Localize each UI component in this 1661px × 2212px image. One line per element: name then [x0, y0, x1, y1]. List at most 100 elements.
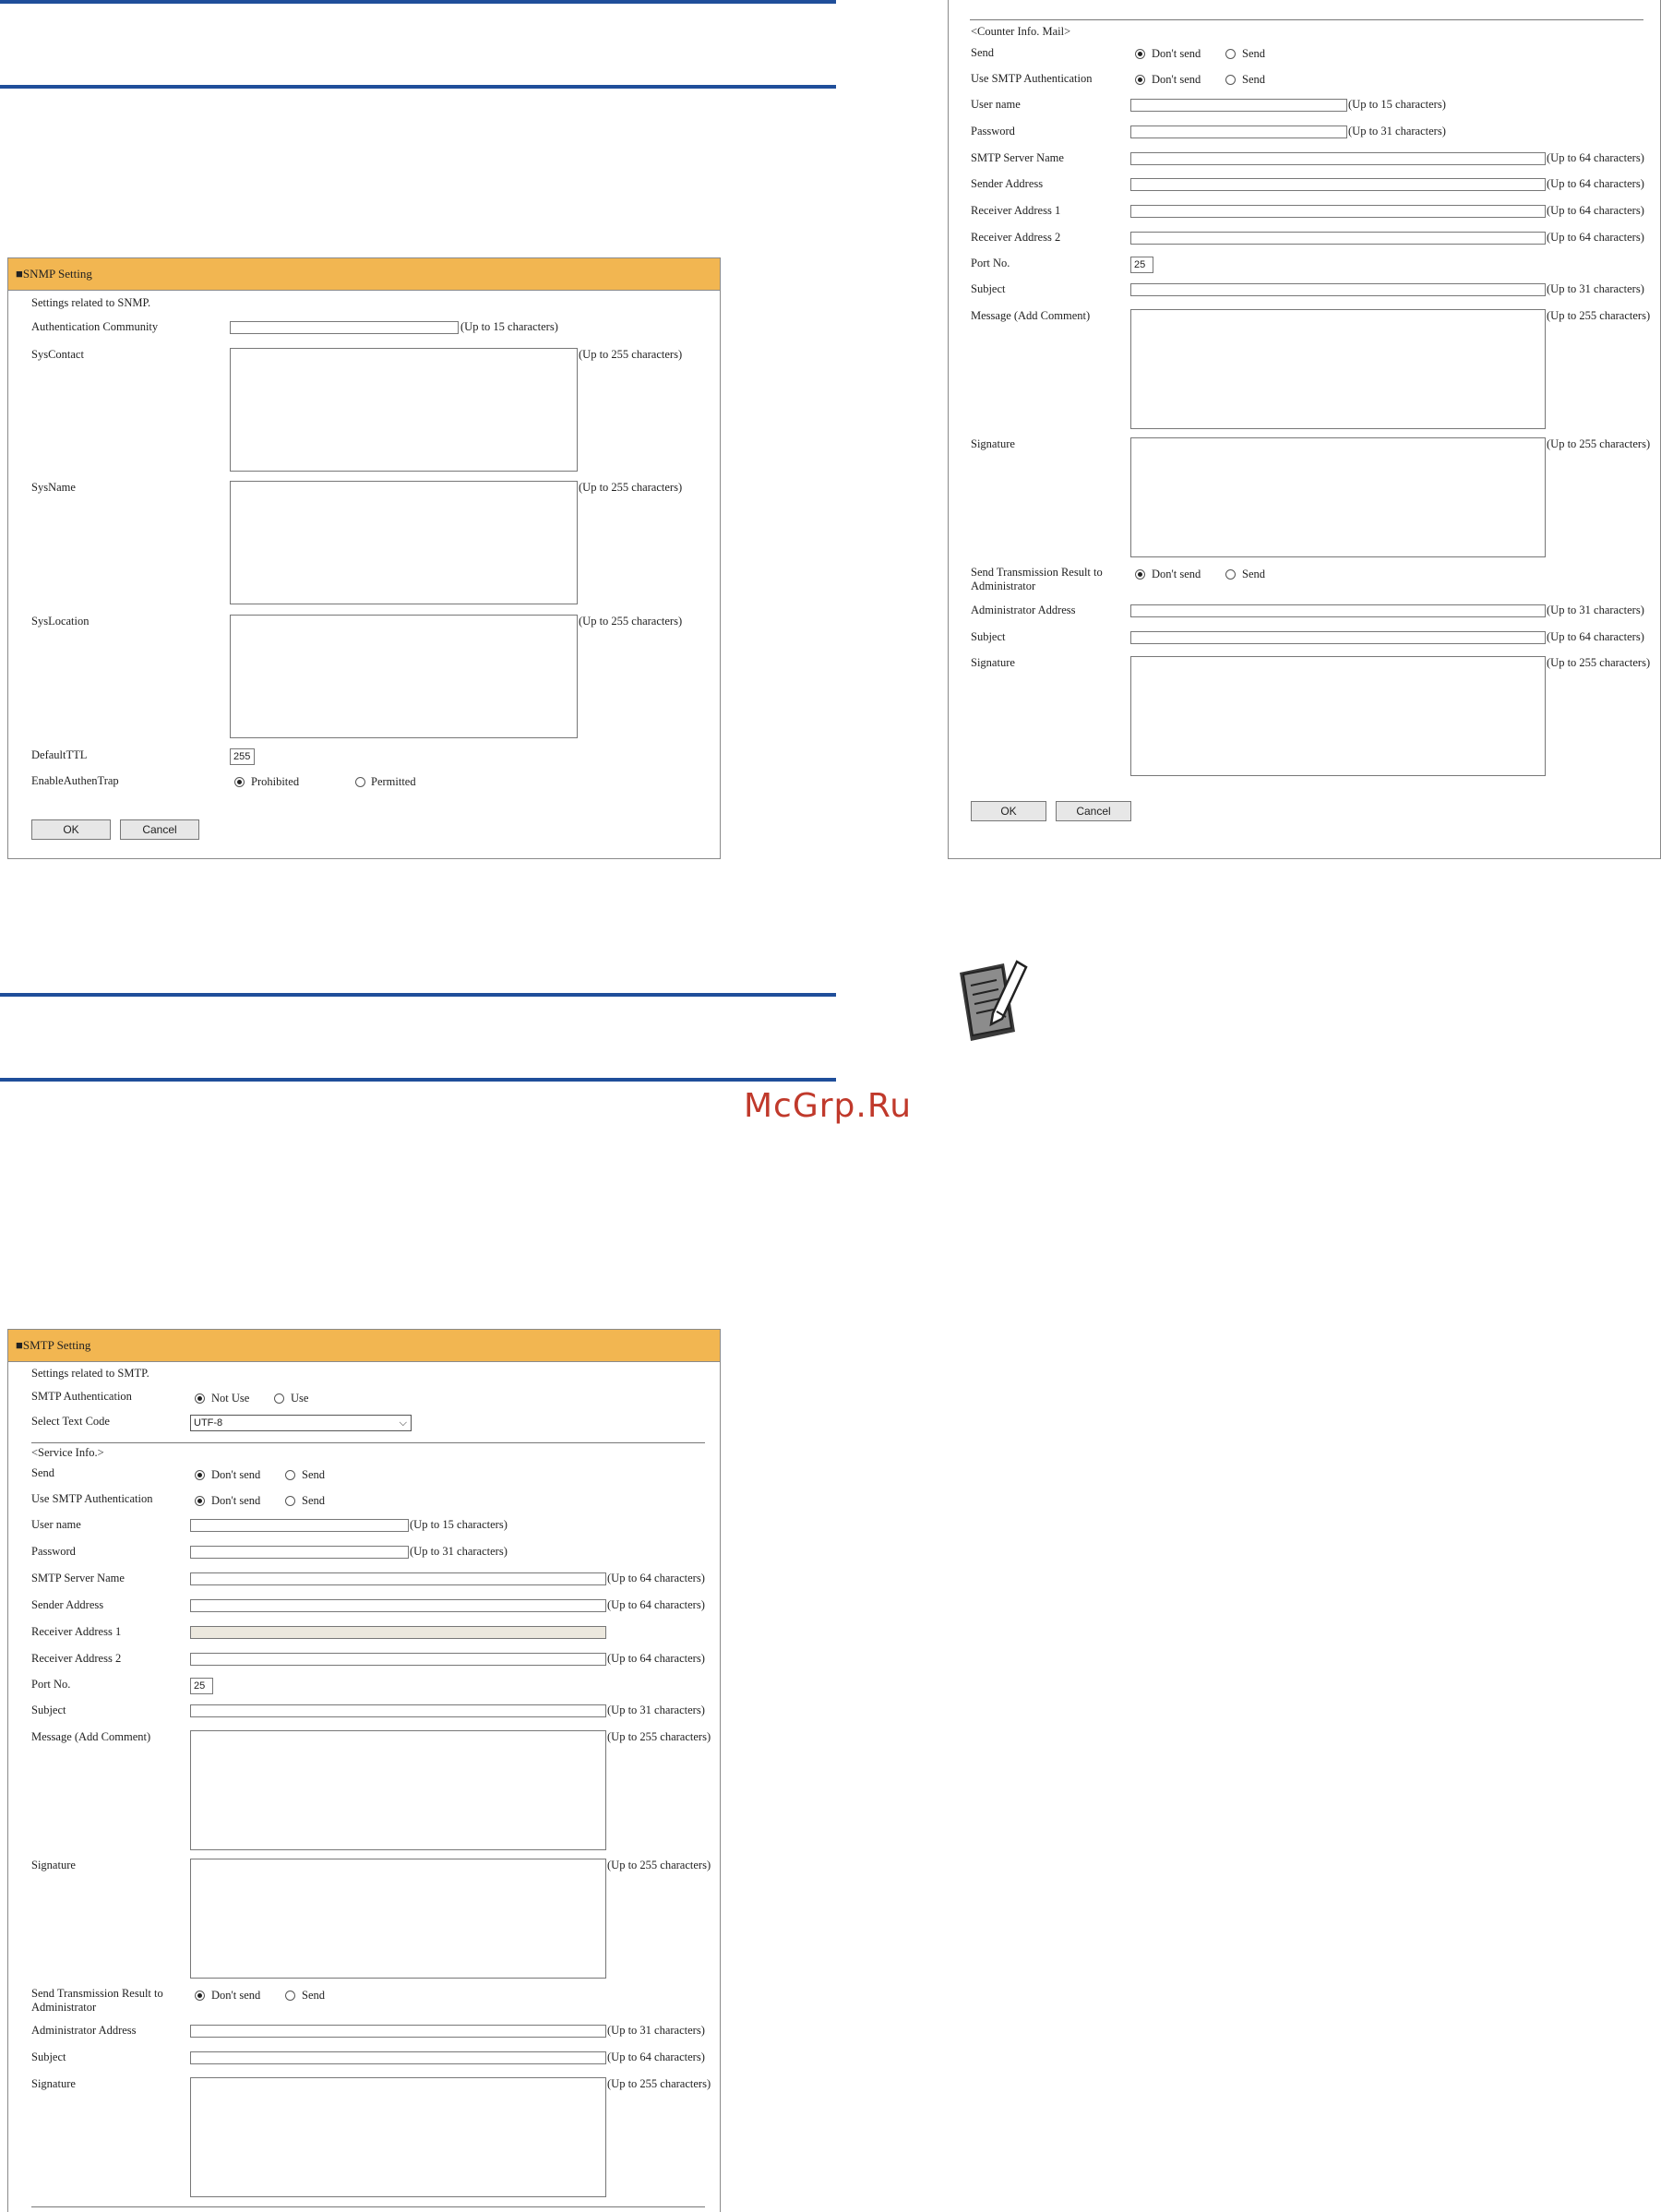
cancel-button[interactable]: Cancel — [120, 819, 199, 840]
cancel-button[interactable]: Cancel — [1056, 801, 1131, 821]
admin-address-input[interactable] — [1130, 604, 1546, 617]
result-send-radio[interactable] — [1225, 569, 1236, 580]
user-name-input[interactable] — [1130, 99, 1347, 112]
auth-community-label: Authentication Community — [31, 320, 159, 333]
password-input[interactable] — [190, 1546, 409, 1559]
user-name-hint: (Up to 15 characters) — [1348, 98, 1446, 111]
dont-send-radio[interactable] — [1135, 49, 1145, 59]
auth-dont-send-radio[interactable] — [195, 1496, 205, 1506]
smtp-server-input[interactable] — [1130, 152, 1546, 165]
use-radio[interactable] — [274, 1393, 284, 1404]
sysname-label: SysName — [31, 481, 76, 494]
password-label: Password — [971, 125, 1015, 138]
admin-subject-input[interactable] — [190, 2051, 606, 2064]
admin-signature-textarea[interactable] — [1130, 656, 1546, 776]
result-dont-send-label: Don't send — [211, 1989, 261, 2002]
sender-address-input[interactable] — [190, 1599, 606, 1612]
section-rule — [0, 85, 836, 89]
counter-section-label: <Counter Info. Mail> — [971, 25, 1071, 38]
result-send-radio[interactable] — [285, 1991, 295, 2001]
message-textarea[interactable] — [190, 1730, 606, 1850]
signature-textarea[interactable] — [190, 1859, 606, 1979]
receiver-address-2-input[interactable] — [1130, 232, 1546, 245]
bottom-separator — [31, 2206, 705, 2207]
auth-send-label: Send — [302, 1494, 325, 1507]
receiver-address-2-input[interactable] — [190, 1653, 606, 1666]
auth-community-input[interactable] — [230, 321, 459, 334]
receiver-address-2-label: Receiver Address 2 — [31, 1652, 122, 1665]
result-dont-send-radio[interactable] — [1135, 569, 1145, 580]
port-no-input[interactable]: 25 — [1130, 257, 1153, 273]
syscontact-textarea[interactable] — [230, 348, 578, 472]
subject-label: Subject — [971, 282, 1006, 295]
permitted-radio[interactable] — [355, 777, 365, 787]
message-textarea[interactable] — [1130, 309, 1546, 429]
smtp-server-hint: (Up to 64 characters) — [1547, 151, 1644, 164]
prohibited-radio[interactable] — [234, 777, 245, 787]
dont-send-label: Don't send — [1152, 47, 1201, 60]
admin-subject-label: Subject — [31, 2051, 66, 2063]
ok-button[interactable]: OK — [971, 801, 1046, 821]
top-separator — [970, 19, 1643, 20]
default-ttl-label: DefaultTTL — [31, 748, 88, 761]
default-ttl-input[interactable]: 255 — [230, 748, 255, 765]
auth-send-radio[interactable] — [285, 1496, 295, 1506]
smtp-server-input[interactable] — [190, 1572, 606, 1585]
send-radio[interactable] — [1225, 49, 1236, 59]
panel-title: ■SNMP Setting — [8, 258, 720, 291]
result-send-label: Send — [1242, 568, 1265, 580]
password-input[interactable] — [1130, 126, 1347, 138]
smtp-intro: Settings related to SMTP. — [31, 1367, 149, 1380]
text-code-select[interactable]: UTF-8 ⌵ — [190, 1415, 412, 1431]
sender-address-input[interactable] — [1130, 178, 1546, 191]
user-name-input[interactable] — [190, 1519, 409, 1532]
admin-address-hint: (Up to 31 characters) — [1547, 604, 1644, 616]
password-label: Password — [31, 1545, 76, 1558]
signature-label: Signature — [31, 1859, 76, 1871]
chevron-down-icon: ⌵ — [399, 1417, 407, 1429]
dont-send-label: Don't send — [211, 1468, 261, 1481]
admin-address-input[interactable] — [190, 2025, 606, 2038]
result-dont-send-radio[interactable] — [195, 1991, 205, 2001]
ok-button[interactable]: OK — [31, 819, 111, 840]
snmp-intro: Settings related to SNMP. — [31, 296, 151, 309]
send-radio[interactable] — [285, 1470, 295, 1480]
service-section-label: <Service Info.> — [31, 1446, 104, 1459]
receiver-address-2-label: Receiver Address 2 — [971, 231, 1061, 244]
send-label: Send — [971, 46, 994, 59]
use-label: Use — [291, 1392, 309, 1405]
auth-send-label: Send — [1242, 73, 1265, 86]
syslocation-hint: (Up to 255 characters) — [579, 615, 683, 628]
receiver-address-1-hint: (Up to 64 characters) — [1547, 204, 1644, 217]
admin-subject-hint: (Up to 64 characters) — [607, 2051, 705, 2063]
enable-trap-label: EnableAuthenTrap — [31, 774, 119, 787]
use-smtp-auth-label: Use SMTP Authentication — [31, 1492, 153, 1505]
auth-dont-send-label: Don't send — [1152, 73, 1201, 86]
syslocation-textarea[interactable] — [230, 615, 578, 738]
sysname-textarea[interactable] — [230, 481, 578, 604]
prohibited-label: Prohibited — [251, 775, 300, 788]
dont-send-radio[interactable] — [195, 1470, 205, 1480]
not-use-radio[interactable] — [195, 1393, 205, 1404]
port-no-input[interactable]: 25 — [190, 1678, 213, 1694]
admin-subject-input[interactable] — [1130, 631, 1546, 644]
signature-textarea[interactable] — [1130, 437, 1546, 557]
smtp-server-label: SMTP Server Name — [31, 1572, 125, 1584]
subject-input[interactable] — [190, 1704, 606, 1717]
receiver-address-1-input[interactable] — [1130, 205, 1546, 218]
admin-signature-label: Signature — [971, 656, 1015, 669]
auth-dont-send-radio[interactable] — [1135, 75, 1145, 85]
auth-send-radio[interactable] — [1225, 75, 1236, 85]
section-rule — [0, 0, 836, 4]
message-hint: (Up to 255 characters) — [1547, 309, 1651, 322]
admin-signature-textarea[interactable] — [190, 2077, 606, 2197]
smtp-server-hint: (Up to 64 characters) — [607, 1572, 705, 1584]
note-pencil-icon — [956, 958, 1030, 1043]
subject-input[interactable] — [1130, 283, 1546, 296]
password-hint: (Up to 31 characters) — [410, 1545, 508, 1558]
counter-info-mail-panel: <Counter Info. Mail> Send Don't send Sen… — [948, 0, 1661, 859]
message-label: Message (Add Comment) — [971, 309, 1091, 322]
sender-address-hint: (Up to 64 characters) — [1547, 177, 1644, 190]
sender-address-label: Sender Address — [971, 177, 1044, 190]
syscontact-hint: (Up to 255 characters) — [579, 348, 683, 361]
